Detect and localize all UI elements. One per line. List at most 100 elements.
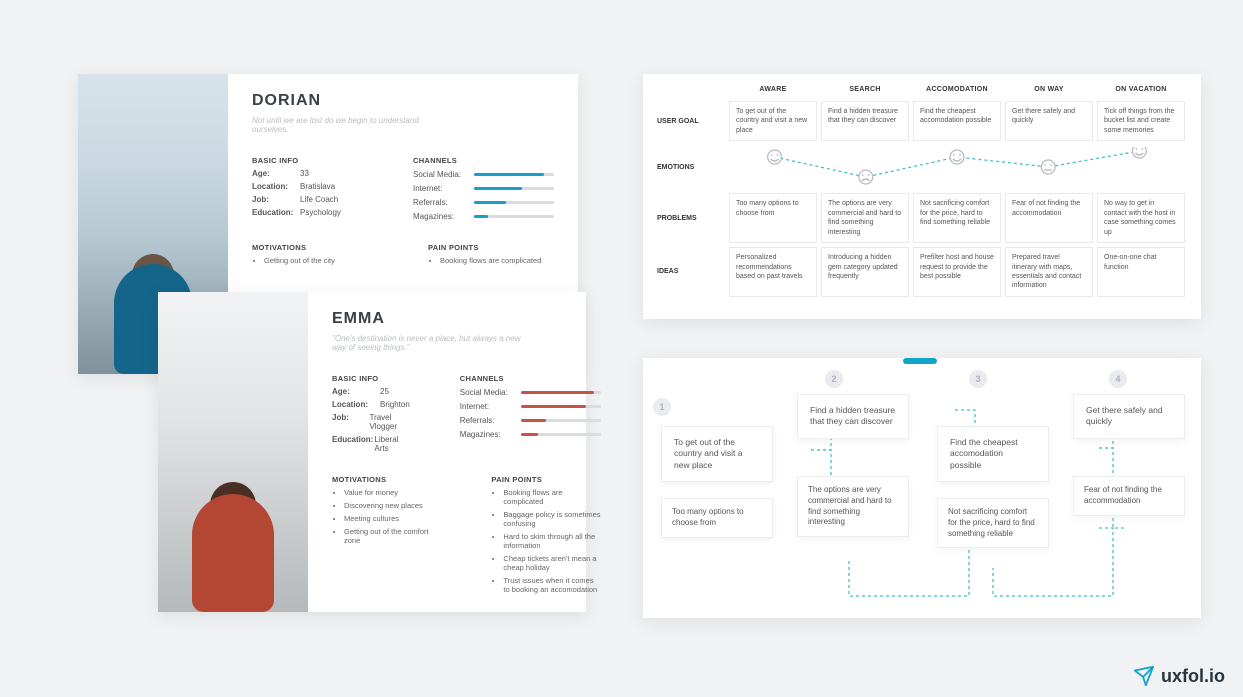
channel-label: Magazines:	[460, 430, 515, 439]
channel-label: Social Media:	[413, 170, 468, 179]
label: Education:	[252, 208, 300, 217]
section-basic: BASIC INFO	[252, 156, 363, 165]
channel-bar	[521, 419, 601, 422]
channel-bar	[521, 433, 601, 436]
flow-card: Too many options to choose from	[661, 498, 773, 538]
flow-card: Fear of not finding the accommodation	[1073, 476, 1185, 516]
flow-card: The options are very commercial and hard…	[797, 476, 909, 537]
value: Travel Vlogger	[369, 413, 409, 431]
flow-card: Find the cheapest accomodation possible	[937, 426, 1049, 482]
channel-label: Referrals:	[413, 198, 468, 207]
list-item: Getting out of the city	[264, 256, 378, 265]
list-item: Getting out of the comfort zone	[344, 527, 441, 545]
flow-card: Get there safely and quickly	[1073, 394, 1185, 439]
flow-card: Find a hidden treasure that they can dis…	[797, 394, 909, 439]
channel-label: Internet:	[413, 184, 468, 193]
channel-row: Magazines:	[413, 212, 554, 221]
channel-row: Internet:	[460, 402, 601, 411]
stage-header: AWARE	[727, 86, 819, 99]
persona-quote: "One's destination is never a place, but…	[332, 334, 532, 352]
journey-cell: Tick off things from the bucket list and…	[1097, 101, 1185, 141]
stage-header: ACCOMODATION	[911, 86, 1003, 99]
list-item: Meeting cultures	[344, 514, 441, 523]
channel-bar	[474, 215, 554, 218]
persona-name: EMMA	[332, 310, 601, 328]
channel-row: Referrals:	[413, 198, 554, 207]
journey-cell: Find the cheapest accomodation possible	[913, 101, 1001, 141]
smile-icon	[768, 150, 782, 164]
section-channels: CHANNELS	[413, 156, 554, 165]
channel-bar	[474, 173, 554, 176]
journey-cell: Too many options to choose from	[729, 193, 817, 243]
value: 33	[300, 169, 309, 178]
persona-card-emma: EMMA "One's destination is never a place…	[158, 292, 586, 612]
flow-card: To get out of the country and visit a ne…	[661, 426, 773, 482]
section-motivations: MOTIVATIONS	[252, 243, 378, 252]
section-pain: PAIN POINTS	[428, 243, 554, 252]
journey-cell: Find a hidden treasure that they can dis…	[821, 101, 909, 141]
value: Brighton	[380, 400, 410, 409]
channel-row: Magazines:	[460, 430, 601, 439]
value: Psychology	[300, 208, 341, 217]
label: Education:	[332, 435, 374, 453]
smile-icon	[1132, 147, 1146, 158]
value: Life Coach	[300, 195, 338, 204]
row-header: EMOTIONS	[657, 143, 727, 191]
journey-cell: Not sacrificing comfort for the price, h…	[913, 193, 1001, 243]
flow-card: Not sacrificing comfort for the price, h…	[937, 498, 1049, 548]
persona-quote: Not until we are lost do we begin to und…	[252, 116, 452, 134]
frown-icon	[859, 170, 873, 184]
channel-bar	[474, 187, 554, 190]
section-motivations: MOTIVATIONS	[332, 475, 441, 484]
list-item: Cheap tickets aren't mean a cheap holida…	[503, 554, 600, 572]
channel-row: Social Media:	[460, 388, 601, 397]
step-badge: 4	[1109, 370, 1127, 388]
row-header: USER GOAL	[657, 99, 727, 143]
list-item: Trust issues when it comes to booking an…	[503, 576, 600, 594]
channel-row: Social Media:	[413, 170, 554, 179]
value: Bratislava	[300, 182, 335, 191]
journey-cell: Get there safely and quickly	[1005, 101, 1093, 141]
stage-header: ON VACATION	[1095, 86, 1187, 99]
channel-bar	[474, 201, 554, 204]
label: Job:	[332, 413, 369, 431]
journey-cell: One-on-one chat function	[1097, 247, 1185, 297]
label: Location:	[252, 182, 300, 191]
channel-label: Social Media:	[460, 388, 515, 397]
step-badge: 3	[969, 370, 987, 388]
journey-cell: No way to get in contact with the host i…	[1097, 193, 1185, 243]
section-pain: PAIN POINTS	[491, 475, 600, 484]
stage-header: SEARCH	[819, 86, 911, 99]
list-item: Hard to skim through all the information	[503, 532, 600, 550]
smile-icon	[950, 150, 964, 164]
list-item: Booking flows are complicated	[440, 256, 554, 265]
journey-cell: To get out of the country and visit a ne…	[729, 101, 817, 141]
value: Liberal Arts	[374, 435, 409, 453]
brand-text: uxfol.io	[1161, 666, 1225, 687]
user-flow: 1 2 3 4 To get out of the country and vi…	[643, 358, 1201, 618]
section-basic: BASIC INFO	[332, 374, 410, 383]
neutral-icon	[1041, 160, 1055, 174]
list-item: Discovering new places	[344, 501, 441, 510]
journey-map: AWARE SEARCH ACCOMODATION ON WAY ON VACA…	[643, 74, 1201, 319]
persona-photo	[158, 292, 308, 612]
journey-cell: Prefilter host and house request to prov…	[913, 247, 1001, 297]
journey-cell: Prepared travel itinerary with maps, ess…	[1005, 247, 1093, 297]
row-header: PROBLEMS	[657, 191, 727, 245]
paper-plane-icon	[1133, 665, 1155, 687]
journey-cell: The options are very commercial and hard…	[821, 193, 909, 243]
brand-logo[interactable]: uxfol.io	[1133, 665, 1225, 687]
emotions-chart	[729, 147, 1185, 187]
label: Location:	[332, 400, 380, 409]
channel-label: Magazines:	[413, 212, 468, 221]
row-header: IDEAS	[657, 245, 727, 299]
step-badge: 1	[653, 398, 671, 416]
channel-bar	[521, 391, 601, 394]
journey-cell: Personalized recommendations based on pa…	[729, 247, 817, 297]
channel-row: Internet:	[413, 184, 554, 193]
channel-row: Referrals:	[460, 416, 601, 425]
journey-cell: Fear of not finding the accommodation	[1005, 193, 1093, 243]
list-item: Baggage policy is sometimes confusing	[503, 510, 600, 528]
step-badge: 2	[825, 370, 843, 388]
list-item: Booking flows are complicated	[503, 488, 600, 506]
